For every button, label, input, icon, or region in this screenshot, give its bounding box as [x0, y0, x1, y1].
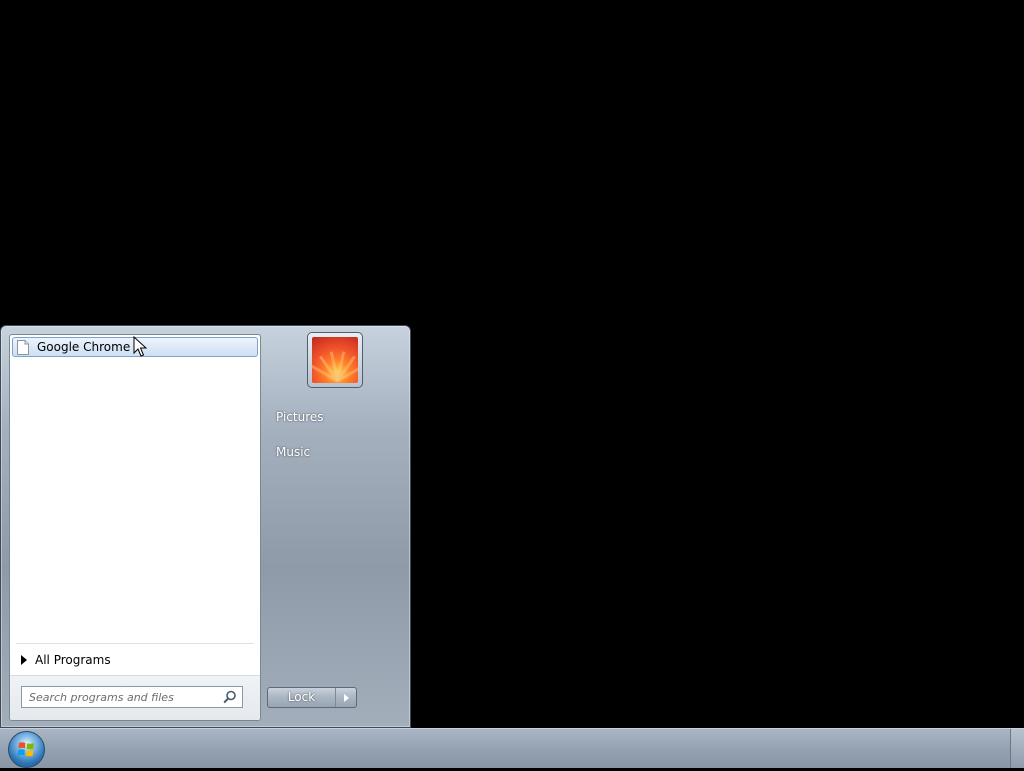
all-programs-button[interactable]: All Programs: [18, 651, 111, 669]
right-link-pictures[interactable]: Pictures: [276, 410, 324, 424]
arrow-right-icon: [343, 693, 349, 702]
shutdown-options-button[interactable]: [336, 688, 356, 707]
search-area: [10, 675, 260, 720]
search-icon[interactable]: [223, 690, 237, 704]
document-icon: [17, 339, 29, 355]
lock-button-group: Lock: [267, 687, 357, 708]
user-picture[interactable]: [307, 332, 363, 388]
start-menu-programs-pane: Google Chrome All Programs: [9, 334, 261, 721]
search-box[interactable]: [21, 686, 243, 708]
program-item-google-chrome[interactable]: Google Chrome: [12, 337, 258, 357]
show-desktop-button[interactable]: [1010, 729, 1024, 768]
flower-image: [312, 337, 358, 383]
windows-logo-icon: [17, 742, 34, 757]
right-link-music[interactable]: Music: [276, 445, 310, 459]
triangle-right-icon: [21, 655, 27, 665]
start-menu: Google Chrome All Programs Search progra…: [0, 325, 411, 728]
all-programs-divider: [16, 643, 254, 644]
program-item-label: Google Chrome: [37, 340, 131, 354]
windows-orb-icon[interactable]: [8, 731, 45, 768]
search-input[interactable]: [22, 688, 219, 706]
all-programs-label: All Programs: [35, 653, 111, 667]
taskbar: [0, 728, 1024, 768]
lock-button[interactable]: Lock: [268, 688, 336, 707]
